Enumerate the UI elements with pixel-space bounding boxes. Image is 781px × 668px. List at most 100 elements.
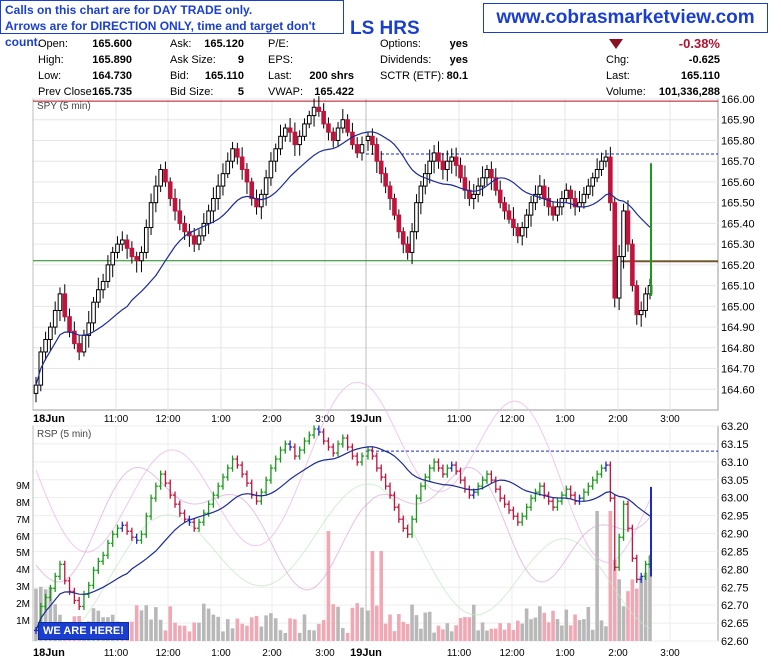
time-tick-label: 12:00 — [155, 414, 180, 425]
volume-bar — [414, 615, 419, 641]
volume-bar — [502, 629, 507, 641]
candle — [182, 222, 187, 233]
volume-bar — [520, 623, 525, 641]
volume-tick-label: 7M — [16, 515, 30, 526]
candle — [586, 185, 591, 195]
candle — [625, 210, 631, 245]
volume-bar — [630, 579, 635, 641]
candle — [167, 181, 173, 200]
volume-bar — [410, 604, 414, 641]
volume-bar — [564, 609, 569, 641]
price-tick-label: 164.70 — [721, 364, 755, 376]
candle — [259, 193, 264, 208]
price-tick-label: 165.50 — [721, 198, 755, 210]
volume-bar — [590, 629, 595, 641]
candle — [191, 235, 197, 245]
candle — [115, 243, 120, 253]
candle — [387, 185, 393, 200]
candle — [335, 127, 341, 141]
volume-bar — [586, 607, 591, 641]
candle — [436, 152, 441, 162]
candle — [638, 309, 644, 316]
volume-bar — [139, 610, 144, 641]
candle — [287, 127, 293, 133]
candle — [359, 144, 365, 154]
candle — [81, 334, 87, 353]
volume-bar — [201, 603, 206, 641]
volume-bar — [144, 605, 149, 641]
volume-bar — [436, 625, 441, 641]
volume-bar — [307, 630, 312, 641]
volume-bar — [608, 511, 613, 641]
rsp-tick-label: 62.65 — [721, 618, 749, 630]
candle — [206, 210, 211, 224]
volume-tick-label: 5M — [16, 548, 30, 559]
price-tick-label: 165.60 — [721, 177, 755, 189]
volume-bar — [467, 617, 472, 641]
volume-tick-label: 8M — [16, 498, 30, 509]
candle — [239, 156, 245, 170]
candle — [471, 193, 477, 200]
candle — [263, 177, 269, 195]
candle — [378, 160, 384, 175]
volume-bar — [423, 612, 428, 641]
volume-bar — [533, 617, 538, 641]
price-tick-label: 164.90 — [721, 322, 755, 334]
time-tick-label: 12:00 — [499, 648, 524, 659]
price-tick-label: 165.30 — [721, 239, 755, 251]
candle — [211, 198, 216, 212]
candle — [57, 293, 63, 311]
volume-bar — [302, 614, 307, 641]
volume-bar — [573, 614, 577, 641]
candle — [321, 110, 326, 125]
candle — [278, 135, 283, 150]
candle — [105, 264, 111, 282]
candle — [484, 168, 490, 179]
rsp-panel-title: RSP (5 min) — [37, 429, 91, 440]
candle — [616, 256, 622, 299]
rsp-tick-label: 63.00 — [721, 493, 749, 505]
candle — [440, 160, 446, 170]
time-tick-label: 3:00 — [660, 414, 680, 425]
candle — [414, 202, 419, 233]
volume-bar — [173, 622, 177, 641]
volume-bar — [182, 625, 187, 641]
candle — [52, 309, 58, 328]
volume-tick-label: 1M — [16, 616, 30, 627]
volume-bar — [427, 611, 432, 641]
candle — [541, 185, 547, 200]
candle — [148, 202, 154, 229]
volume-bar — [595, 511, 599, 641]
candle — [249, 181, 255, 200]
volume-bar — [293, 619, 297, 641]
volume-bar — [269, 613, 273, 641]
candle — [230, 148, 235, 162]
volume-bar — [317, 623, 321, 641]
time-tick-label: 2:00 — [608, 414, 628, 425]
volume-tick-label: 9M — [16, 481, 30, 492]
candle — [621, 210, 626, 258]
candle — [383, 173, 388, 187]
volume-bar — [355, 603, 360, 641]
price-tick-label: 165.20 — [721, 260, 755, 272]
volume-bar — [345, 632, 350, 641]
candle — [581, 193, 587, 204]
candle — [196, 235, 202, 245]
candle — [119, 239, 125, 245]
candle — [153, 185, 159, 204]
candle — [91, 301, 96, 324]
volume-bar — [582, 619, 586, 641]
candle — [268, 160, 274, 179]
candle — [254, 198, 259, 208]
candle — [612, 202, 618, 299]
volume-bar — [259, 626, 264, 641]
volume-bar — [529, 619, 533, 641]
rsp-tick-label: 62.75 — [721, 582, 749, 594]
rsp-tick-label: 62.70 — [721, 600, 749, 612]
volume-bar — [370, 551, 375, 641]
candle — [374, 144, 380, 162]
volume-bar — [643, 572, 648, 641]
candle — [555, 206, 560, 216]
candle — [311, 106, 317, 117]
candle — [292, 131, 298, 146]
